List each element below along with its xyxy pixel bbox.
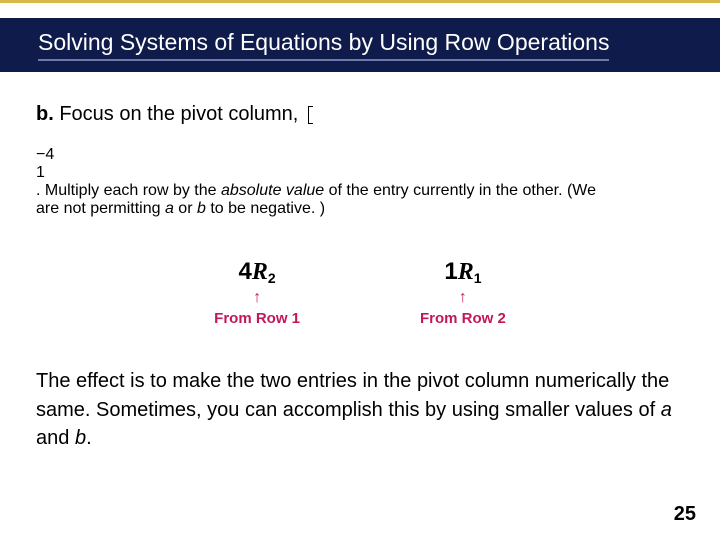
- var-b-2: b: [75, 427, 86, 449]
- row-op-right-expr: 1R1: [420, 258, 506, 286]
- italic-absolute-value: absolute value: [221, 182, 324, 199]
- step-label: b.: [36, 103, 54, 125]
- row-op-diagram: 4R2 ↑ From Row 1 1R1 ↑ From Row 2: [36, 258, 684, 327]
- matrix-entry-2: 1: [36, 164, 684, 182]
- left-coef: 4: [238, 258, 251, 285]
- up-arrow-icon: ↑: [420, 290, 506, 306]
- left-sub: 2: [268, 270, 276, 286]
- right-sub: 1: [474, 270, 482, 286]
- pivot-column-matrix: [308, 108, 318, 122]
- up-arrow-icon: ↑: [214, 290, 300, 306]
- left-var: R: [252, 259, 268, 285]
- page-number: 25: [674, 503, 696, 526]
- var-a-2: a: [661, 399, 672, 421]
- matrix-entry-1: −4: [36, 146, 684, 164]
- var-b: b: [197, 200, 206, 217]
- right-var: R: [458, 259, 474, 285]
- paragraph-1: b. Focus on the pivot column,: [36, 100, 684, 128]
- row-op-right: 1R1 ↑ From Row 2: [420, 258, 506, 327]
- row-op-left-expr: 4R2: [214, 258, 300, 286]
- p1-after: Multiply each row by: [40, 182, 189, 199]
- slide: Solving Systems of Equations by Using Ro…: [0, 0, 720, 540]
- right-coef: 1: [444, 258, 457, 285]
- paragraph-2: The effect is to make the two entries in…: [36, 367, 684, 452]
- p1-before: Focus on the pivot column,: [54, 103, 304, 125]
- slide-title: Solving Systems of Equations by Using Ro…: [38, 29, 609, 61]
- title-band: Solving Systems of Equations by Using Ro…: [0, 18, 720, 72]
- row-op-left: 4R2 ↑ From Row 1: [214, 258, 300, 327]
- from-row-right: From Row 2: [420, 310, 506, 327]
- slide-body: b. Focus on the pivot column, −41. Multi…: [36, 100, 684, 471]
- from-row-left: From Row 1: [214, 310, 300, 327]
- var-a: a: [165, 200, 174, 217]
